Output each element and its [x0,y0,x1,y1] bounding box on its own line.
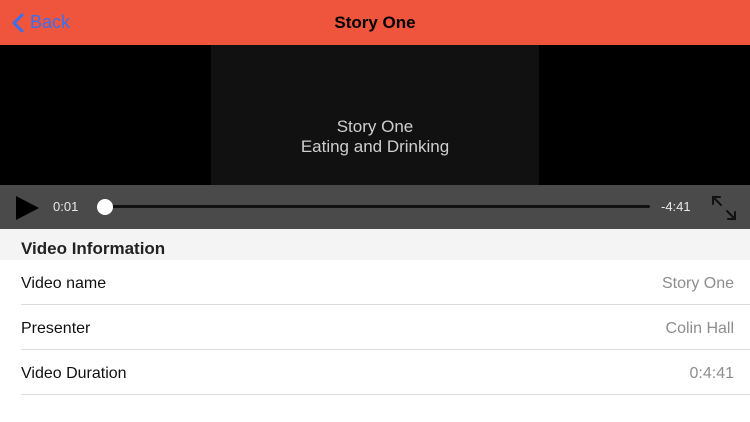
section-title: Video Information [21,239,166,258]
video-caption-subtitle: Eating and Drinking [300,137,450,156]
remaining-time: -4:41 [661,199,691,214]
info-row-presenter: Presenter Colin Hall [0,306,750,350]
current-time: 0:01 [53,199,79,214]
row-divider [21,394,750,395]
row-divider [21,349,750,350]
progress-thumb[interactable] [97,199,113,215]
video-caption: Story One Eating and Drinking [211,117,539,157]
info-label: Video name [21,275,107,292]
info-row-video-name: Video name Story One [0,261,750,305]
info-row-video-duration: Video Duration 0:4:41 [0,351,750,395]
play-icon[interactable] [14,195,40,221]
video-player[interactable]: Story One Eating and Drinking [0,45,750,185]
navigation-bar: Back Story One [0,0,750,45]
info-value: 0:4:41 [689,365,734,382]
playback-controls: 0:01 -4:41 [0,185,750,229]
video-information-header: Video Information [0,229,750,260]
progress-track[interactable] [98,205,650,208]
video-frame: Story One Eating and Drinking [211,45,539,185]
info-value: Colin Hall [665,320,734,337]
info-label: Presenter [21,320,91,337]
row-divider [21,304,750,305]
info-label: Video Duration [21,365,127,382]
page-title: Story One [334,13,416,32]
video-caption-title: Story One [336,117,414,136]
info-value: Story One [661,275,734,292]
fullscreen-icon[interactable] [711,195,737,221]
